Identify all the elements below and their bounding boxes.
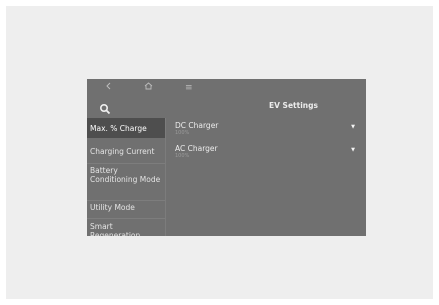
divider [87, 218, 165, 219]
sidebar-item-label: Battery Conditioning Mode [90, 166, 161, 184]
dc-charger-setting[interactable]: DC Charger 100% ▼ [175, 121, 355, 136]
dc-charger-label: DC Charger [175, 121, 219, 130]
sidebar-item-label: Max. % Charge [90, 124, 147, 133]
divider [87, 200, 165, 201]
ev-settings-screen: ≡ EV Settings Max. % Charge Charging Cur… [87, 79, 366, 236]
sidebar-item-label: Charging Current [90, 147, 155, 156]
home-icon[interactable] [144, 82, 153, 90]
ac-charger-label: AC Charger [175, 144, 218, 153]
sidebar-item-label: Utility Mode [90, 203, 135, 212]
sidebar-item-smart-regeneration[interactable]: Smart Regeneration [87, 222, 165, 236]
sidebar-item-utility-mode[interactable]: Utility Mode [87, 203, 165, 215]
sidebar-item-max-charge[interactable]: Max. % Charge [87, 118, 165, 138]
sidebar-item-battery-conditioning-mode[interactable]: Battery Conditioning Mode [87, 166, 165, 198]
menu-icon[interactable]: ≡ [185, 82, 193, 94]
back-icon[interactable] [105, 82, 111, 90]
divider [87, 163, 165, 164]
top-navigation-bar: ≡ [87, 79, 366, 97]
search-icon[interactable] [99, 100, 111, 115]
dc-charger-value: 100% [175, 130, 190, 136]
sidebar-item-charging-current[interactable]: Charging Current [87, 147, 165, 161]
chevron-down-icon[interactable]: ▼ [351, 124, 355, 130]
sidebar-item-label: Smart Regeneration [90, 222, 141, 236]
ac-charger-value: 100% [175, 153, 190, 159]
chevron-down-icon[interactable]: ▼ [351, 147, 355, 153]
sidebar: Max. % Charge Charging Current Battery C… [87, 118, 166, 236]
ac-charger-setting[interactable]: AC Charger 100% ▼ [175, 144, 355, 159]
page-title: EV Settings [269, 101, 318, 110]
